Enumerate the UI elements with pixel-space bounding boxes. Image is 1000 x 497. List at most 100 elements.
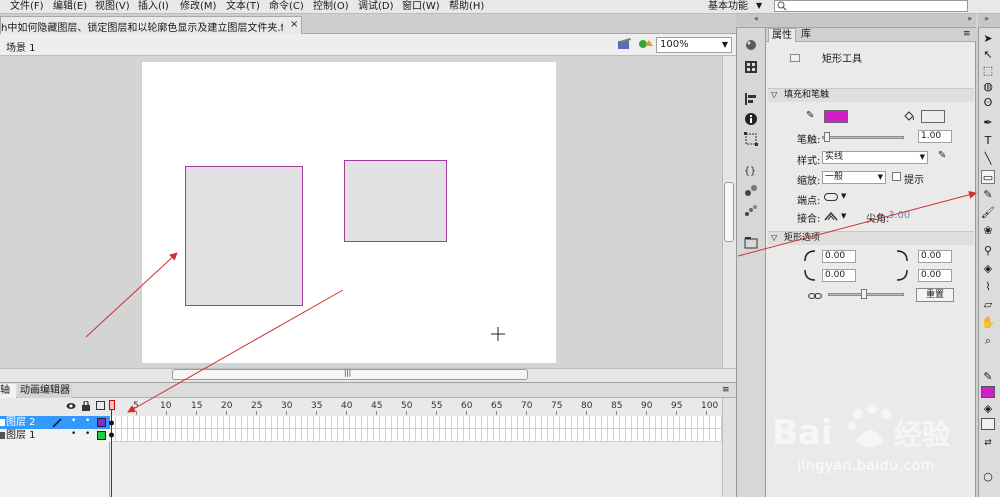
lock-icon[interactable] bbox=[82, 401, 90, 411]
chevron-down-icon[interactable]: ▼ bbox=[756, 1, 762, 10]
outline-color-swatch[interactable] bbox=[97, 418, 106, 427]
lock-dot[interactable]: • bbox=[85, 429, 90, 439]
cap-style-icon[interactable] bbox=[824, 193, 838, 201]
tab-motion-editor[interactable]: 动画编辑器 bbox=[18, 384, 72, 398]
collapse-icon[interactable]: » bbox=[967, 14, 972, 23]
stroke-style-select[interactable]: 实线 ▼ bbox=[822, 151, 928, 164]
pen-tool-icon[interactable]: ✒ bbox=[981, 116, 995, 130]
object-drawing-icon[interactable]: ○ bbox=[981, 470, 995, 484]
menu-debug[interactable]: 调试(D) bbox=[358, 0, 394, 13]
edit-stroke-style-icon[interactable]: ✎ bbox=[938, 150, 946, 161]
menu-file[interactable]: 文件(F) bbox=[10, 0, 44, 13]
collapse-icon[interactable]: » bbox=[984, 14, 989, 23]
menu-commands[interactable]: 命令(C) bbox=[269, 0, 304, 13]
align-icon[interactable] bbox=[744, 92, 758, 106]
chevron-down-icon[interactable]: ▼ bbox=[841, 212, 846, 220]
stroke-width-input[interactable]: 1.00 bbox=[918, 130, 952, 143]
info-icon[interactable] bbox=[744, 112, 758, 126]
menu-text[interactable]: 文本(T) bbox=[226, 0, 260, 13]
subselection-tool-icon[interactable]: ↖ bbox=[981, 48, 995, 62]
stroke-color-swatch[interactable] bbox=[824, 110, 848, 123]
visibility-dot[interactable]: • bbox=[71, 416, 76, 426]
edit-scene-icon[interactable] bbox=[618, 38, 632, 50]
corner-radius-top-left[interactable]: 0.00 bbox=[822, 250, 856, 263]
hand-tool-icon[interactable]: ✋ bbox=[981, 316, 995, 330]
text-tool-icon[interactable]: T bbox=[981, 134, 995, 148]
collapse-icon[interactable]: « bbox=[754, 14, 759, 23]
selection-tool-icon[interactable]: ➤ bbox=[981, 32, 995, 46]
swap-colors-icon[interactable]: ⇄ bbox=[981, 436, 995, 450]
zoom-select[interactable]: 100% ▼ bbox=[656, 37, 732, 53]
lasso-tool-icon[interactable]: ʘ bbox=[981, 96, 995, 110]
miter-value[interactable]: 3.00 bbox=[888, 210, 910, 221]
corner-radius-bottom-left[interactable]: 0.00 bbox=[822, 269, 856, 282]
paint-bucket-tool-icon[interactable]: ◈ bbox=[981, 262, 995, 276]
outline-color-swatch[interactable] bbox=[97, 431, 106, 440]
chevron-down-icon[interactable]: ▼ bbox=[841, 192, 846, 200]
panel-collapse-bar[interactable]: » bbox=[978, 14, 1000, 28]
slider-handle[interactable] bbox=[861, 289, 867, 299]
close-icon[interactable]: × bbox=[290, 19, 298, 30]
fill-color-swatch[interactable] bbox=[981, 418, 995, 430]
panel-menu-icon[interactable]: ≡ bbox=[722, 385, 730, 395]
brush-tool-icon[interactable]: 🖌 bbox=[981, 206, 995, 220]
join-style-icon[interactable] bbox=[824, 211, 838, 221]
menu-view[interactable]: 视图(V) bbox=[95, 0, 130, 13]
swatches-icon[interactable] bbox=[744, 60, 758, 74]
stroke-color-swatch[interactable] bbox=[981, 386, 995, 398]
stroke-width-slider[interactable] bbox=[822, 136, 904, 139]
deco-tool-icon[interactable]: ❀ bbox=[981, 224, 995, 238]
timeline-vertical-scrollbar[interactable] bbox=[722, 398, 736, 497]
eye-icon[interactable] bbox=[66, 402, 76, 410]
free-transform-tool-icon[interactable]: ⬚ bbox=[981, 64, 995, 78]
edit-symbol-icon[interactable] bbox=[638, 38, 654, 50]
link-icon[interactable] bbox=[808, 291, 822, 301]
help-search-input[interactable] bbox=[774, 0, 968, 12]
document-tab[interactable]: h中如何隐藏图层、锁定图层和以轮廓色显示及建立图层文件夹.fla* × bbox=[0, 16, 302, 34]
panel-collapse-bar[interactable]: » bbox=[766, 14, 976, 28]
fill-color-swatch[interactable] bbox=[921, 110, 945, 123]
movie-explorer-icon[interactable] bbox=[744, 236, 758, 250]
workspace-switcher[interactable]: 基本功能 bbox=[708, 0, 748, 13]
corner-radius-bottom-right[interactable]: 0.00 bbox=[918, 269, 952, 282]
scene-breadcrumb[interactable]: 场景 1 bbox=[6, 39, 36, 54]
scroll-thumb[interactable] bbox=[724, 182, 734, 242]
tab-library[interactable]: 库 bbox=[798, 28, 814, 42]
outline-icon[interactable] bbox=[96, 401, 105, 410]
section-rectangle-options[interactable]: ▽ 矩形选项 bbox=[768, 231, 974, 245]
slider-handle[interactable] bbox=[824, 132, 830, 142]
section-fill-stroke[interactable]: ▽ 填充和笔触 bbox=[768, 88, 974, 102]
hint-checkbox[interactable] bbox=[892, 172, 901, 181]
zoom-tool-icon[interactable]: ⌕ bbox=[981, 334, 995, 348]
menu-insert[interactable]: 插入(I) bbox=[138, 0, 169, 13]
frame-grid[interactable] bbox=[110, 416, 722, 442]
components-icon[interactable] bbox=[744, 184, 758, 198]
scale-select[interactable]: 一般 ▼ bbox=[822, 171, 886, 184]
menu-edit[interactable]: 编辑(E) bbox=[53, 0, 87, 13]
playhead[interactable] bbox=[109, 400, 115, 410]
corner-radius-top-right[interactable]: 0.00 bbox=[918, 250, 952, 263]
visibility-dot[interactable]: • bbox=[71, 429, 76, 439]
drawn-rectangle[interactable] bbox=[344, 160, 447, 242]
eyedropper-tool-icon[interactable]: ⌇ bbox=[981, 280, 995, 294]
motion-presets-icon[interactable] bbox=[744, 204, 758, 218]
layer-row[interactable]: 图层 2 • • bbox=[0, 416, 110, 429]
rectangle-tool-icon[interactable]: ▭ bbox=[981, 170, 995, 184]
reset-button[interactable]: 重置 bbox=[916, 288, 954, 302]
menu-help[interactable]: 帮助(H) bbox=[449, 0, 484, 13]
code-snippets-icon[interactable]: {} bbox=[744, 163, 758, 177]
menu-control[interactable]: 控制(O) bbox=[313, 0, 349, 13]
lock-dot[interactable]: • bbox=[85, 416, 90, 426]
keyframe-icon[interactable] bbox=[108, 418, 115, 440]
3d-rotation-tool-icon[interactable]: ◍ bbox=[981, 80, 995, 94]
panel-collapse-bar[interactable]: « bbox=[736, 14, 766, 28]
menu-window[interactable]: 窗口(W) bbox=[402, 0, 440, 13]
bone-tool-icon[interactable]: ⚲ bbox=[981, 244, 995, 258]
line-tool-icon[interactable]: ╲ bbox=[981, 152, 995, 166]
drawn-rectangle[interactable] bbox=[185, 166, 303, 306]
layer-row[interactable]: 图层 1 • • bbox=[0, 429, 110, 442]
transform-icon[interactable] bbox=[744, 132, 758, 146]
tab-timeline[interactable]: 轴 bbox=[0, 384, 16, 398]
panel-menu-icon[interactable]: ≡ bbox=[963, 29, 971, 39]
color-panel-icon[interactable] bbox=[744, 38, 758, 52]
